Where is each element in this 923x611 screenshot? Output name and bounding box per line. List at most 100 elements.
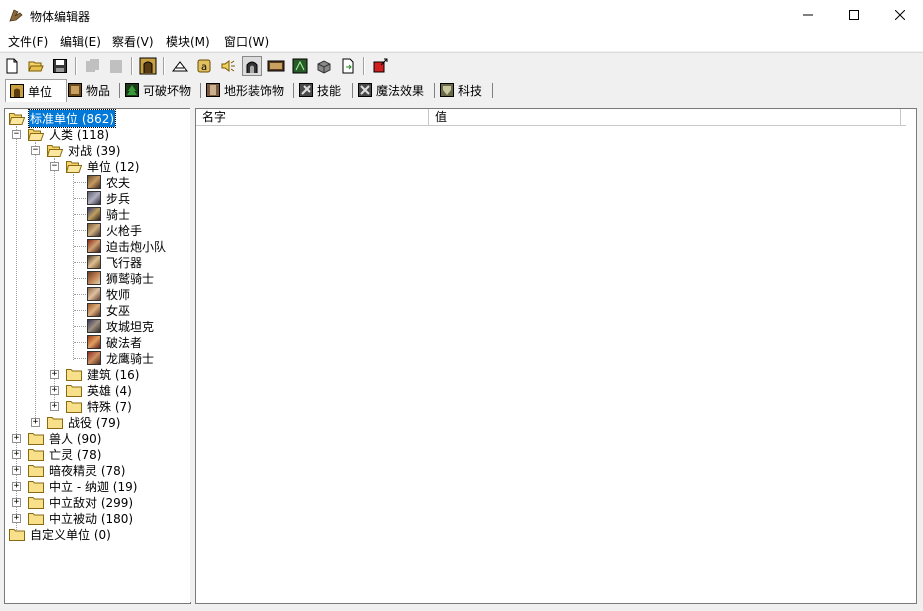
column-header-value[interactable]: 值 — [429, 109, 901, 125]
trigger-icon: a — [197, 59, 211, 73]
copy-button[interactable] — [82, 56, 102, 76]
trigger-button[interactable]: a — [194, 56, 214, 76]
tree-node-special[interactable]: 特殊 (7) — [66, 398, 133, 414]
import-button[interactable] — [314, 56, 334, 76]
tree-node-units[interactable]: 单位 (12) — [66, 158, 140, 174]
title-bar: 物体编辑器 — [0, 0, 923, 30]
open-button[interactable] — [26, 56, 46, 76]
gate-icon — [139, 57, 157, 75]
open-folder-icon — [28, 61, 44, 72]
collapse-toggle[interactable]: − — [31, 146, 40, 155]
tree-leaf-unit[interactable]: 牧师 — [87, 286, 131, 302]
tree-leaf-unit[interactable]: 攻城坦克 — [87, 318, 155, 334]
tree-node-label: 对战 (39) — [68, 143, 121, 158]
tree-leaf-unit[interactable]: 火枪手 — [87, 222, 143, 238]
menu-module[interactable]: 模块(M) — [166, 33, 210, 50]
terrain-button[interactable] — [170, 56, 190, 76]
tree-node-campaign[interactable]: 战役 (79) — [47, 414, 121, 430]
tree-node-melee[interactable]: 对战 (39) — [47, 142, 121, 158]
tree-node-label: 牧师 — [106, 287, 131, 302]
tree-leaf-unit[interactable]: 破法者 — [87, 334, 143, 350]
mortar-team-icon — [87, 239, 101, 253]
minimize-button[interactable] — [785, 0, 831, 30]
tree-leaf-unit[interactable]: 飞行器 — [87, 254, 143, 270]
tree-leaf-unit[interactable]: 女巫 — [87, 302, 131, 318]
expand-toggle[interactable]: + — [50, 386, 59, 395]
buff-icon — [358, 83, 372, 97]
item-icon — [68, 83, 82, 97]
save-button[interactable] — [50, 56, 70, 76]
paste-button[interactable] — [106, 56, 126, 76]
unit-icon — [10, 84, 24, 98]
ai-editor-button[interactable] — [290, 56, 310, 76]
folder-icon — [28, 512, 44, 525]
tab-units[interactable]: 单位 — [5, 79, 67, 102]
test-run-button[interactable] — [370, 56, 390, 76]
menu-file[interactable]: 文件(F) — [8, 33, 48, 50]
unit-editor-button[interactable] — [138, 56, 158, 76]
expand-toggle[interactable]: + — [12, 434, 21, 443]
folder-icon — [28, 480, 44, 493]
sound-button[interactable] — [218, 56, 238, 76]
tree-node-race[interactable]: 兽人 (90) — [28, 430, 102, 446]
close-button[interactable] — [877, 0, 923, 30]
expand-toggle[interactable]: + — [12, 498, 21, 507]
maximize-button[interactable] — [831, 0, 877, 30]
svg-text:a: a — [201, 62, 207, 73]
tab-label: 科技 — [458, 83, 483, 98]
expand-toggle[interactable]: + — [31, 418, 40, 427]
tree-leaf-unit[interactable]: 步兵 — [87, 190, 131, 206]
object-editor-button[interactable] — [242, 56, 262, 76]
toolbar: a — [0, 52, 923, 79]
tree-leaf-unit[interactable]: 龙鹰骑士 — [87, 350, 155, 366]
tree-node-buildings[interactable]: 建筑 (16) — [66, 366, 140, 382]
tree-node-heroes[interactable]: 英雄 (4) — [66, 382, 133, 398]
tree-node-root[interactable]: 标准单位 (862) — [9, 109, 117, 128]
tree-node-race[interactable]: 亡灵 (78) — [28, 446, 102, 462]
window-title: 物体编辑器 — [30, 10, 91, 24]
expand-toggle[interactable]: + — [12, 450, 21, 459]
tree-node-race[interactable]: 中立被动 (180) — [28, 510, 134, 526]
collapse-toggle[interactable]: − — [50, 162, 59, 171]
expand-toggle[interactable]: + — [50, 402, 59, 411]
tree-node-race[interactable]: 中立 - 纳迦 (19) — [28, 478, 138, 494]
expand-toggle[interactable]: + — [50, 370, 59, 379]
tab-items[interactable]: 物品 — [68, 80, 110, 100]
ai-icon — [292, 58, 308, 74]
column-header-name[interactable]: 名字 — [196, 109, 429, 125]
tab-doodads[interactable]: 地形装饰物 — [206, 80, 284, 100]
open-folder-icon — [66, 160, 82, 173]
test-map-button[interactable] — [338, 56, 358, 76]
expand-toggle[interactable]: + — [12, 482, 21, 491]
tab-label: 魔法效果 — [376, 83, 425, 98]
tree-leaf-unit[interactable]: 狮鹫骑士 — [87, 270, 155, 286]
tab-abilities[interactable]: 技能 — [299, 80, 341, 100]
new-button[interactable] — [2, 56, 22, 76]
collapse-toggle[interactable]: − — [12, 130, 21, 139]
folder-icon — [66, 368, 82, 381]
tree-node-label: 标准单位 (862) — [27, 109, 117, 128]
tree-node-human[interactable]: 人类 (118) — [28, 126, 110, 142]
campaign-button[interactable] — [266, 56, 286, 76]
tab-buffs[interactable]: 魔法效果 — [358, 80, 424, 100]
tree-node-label: 兽人 (90) — [49, 431, 102, 446]
tab-label: 物品 — [86, 83, 111, 98]
menu-window[interactable]: 窗口(W) — [224, 33, 269, 50]
upgrade-icon — [440, 83, 454, 97]
tree-leaf-unit[interactable]: 农夫 — [87, 174, 131, 190]
object-tree[interactable]: 标准单位 (862) − 人类 (118) − 对战 (39) − 单位 (12… — [4, 108, 191, 604]
property-grid[interactable]: 名字 值 — [195, 108, 917, 604]
tree-node-race[interactable]: 中立敌对 (299) — [28, 494, 134, 510]
menu-view[interactable]: 察看(V) — [112, 33, 154, 50]
tab-destructibles[interactable]: 可破坏物 — [125, 80, 191, 100]
tree-node-custom[interactable]: 自定义单位 (0) — [9, 526, 112, 542]
tree-leaf-unit[interactable]: 迫击炮小队 — [87, 238, 167, 254]
tree-leaf-unit[interactable]: 骑士 — [87, 206, 131, 222]
tree-node-race[interactable]: 暗夜精灵 (78) — [28, 462, 126, 478]
expand-toggle[interactable]: + — [12, 514, 21, 523]
tab-upgrades[interactable]: 科技 — [440, 80, 482, 100]
tab-label: 地形装饰物 — [224, 83, 285, 98]
expand-toggle[interactable]: + — [12, 466, 21, 475]
tree-node-label: 飞行器 — [106, 255, 143, 270]
menu-edit[interactable]: 编辑(E) — [60, 33, 101, 50]
